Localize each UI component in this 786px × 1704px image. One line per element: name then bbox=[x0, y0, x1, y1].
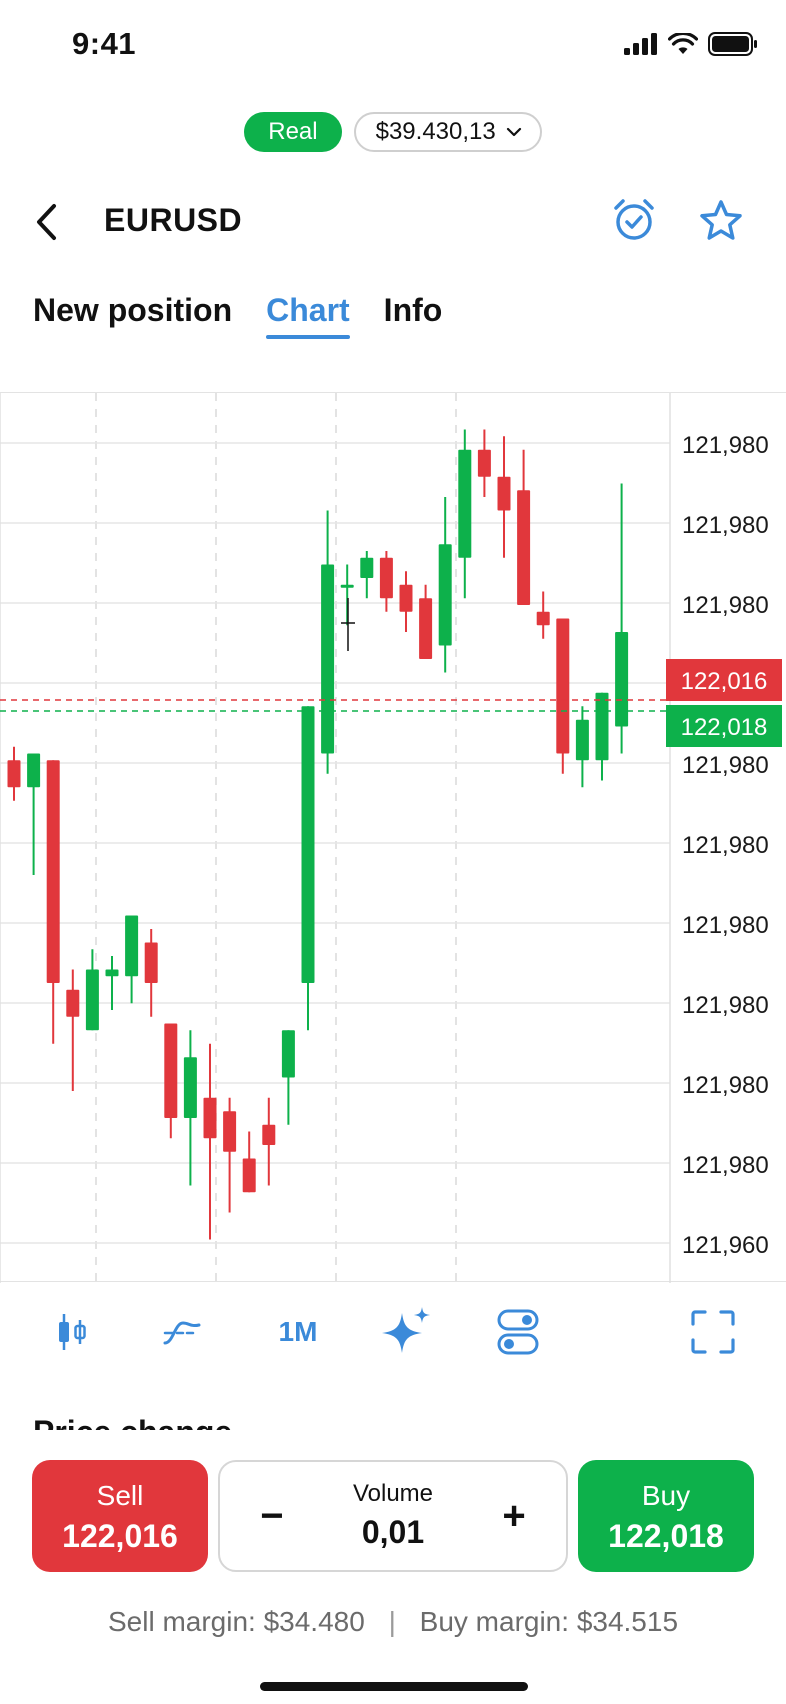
candlestick-chart[interactable]: 121,980 121,980 121,980 121,980 121,980 121,9… bbox=[0, 393, 786, 1283]
candle-body bbox=[360, 557, 374, 578]
timeframe-button[interactable]: 1M bbox=[268, 1302, 328, 1362]
buy-button[interactable]: Buy 122,018 bbox=[578, 1460, 754, 1572]
toggles-icon bbox=[497, 1309, 539, 1355]
candle-body bbox=[301, 706, 315, 983]
fullscreen-button[interactable] bbox=[690, 1302, 736, 1362]
candle-body bbox=[399, 584, 413, 612]
sell-label: Sell bbox=[96, 1480, 144, 1511]
price-alert-button[interactable] bbox=[612, 198, 656, 242]
candle-body bbox=[7, 760, 21, 788]
candle-body bbox=[66, 989, 80, 1017]
sell-margin: Sell margin: $34.480 bbox=[107, 1606, 365, 1637]
sell-price-tag-label: 122,016 bbox=[681, 668, 768, 695]
fullscreen-icon bbox=[691, 1310, 735, 1354]
status-time: 9:41 bbox=[72, 26, 137, 61]
candle-body bbox=[46, 760, 60, 983]
signal-icon bbox=[624, 33, 657, 55]
candle-body bbox=[517, 490, 531, 605]
candle-body bbox=[379, 557, 393, 599]
y-tick-label: 121,980 bbox=[682, 992, 769, 1019]
candle-body bbox=[497, 476, 511, 511]
buy-price: 122,018 bbox=[608, 1518, 724, 1554]
indicator-curve-icon bbox=[163, 1321, 201, 1345]
y-tick-label: 121,980 bbox=[682, 1072, 769, 1099]
tab-chart[interactable]: Chart bbox=[266, 292, 350, 339]
alarm-clock-icon bbox=[614, 199, 654, 240]
chart-settings-button[interactable] bbox=[496, 1302, 540, 1362]
candle-body bbox=[321, 564, 335, 754]
tab-new-position[interactable]: New position bbox=[33, 292, 232, 339]
candle-body bbox=[419, 598, 433, 659]
candle-body bbox=[477, 449, 491, 477]
candle-body bbox=[164, 1023, 178, 1118]
margin-separator: | bbox=[388, 1606, 396, 1637]
candle-body bbox=[575, 719, 589, 761]
candles-icon bbox=[59, 1314, 86, 1350]
ai-assistant-button[interactable] bbox=[380, 1302, 434, 1362]
candle-body bbox=[281, 1030, 295, 1078]
tab-info[interactable]: Info bbox=[384, 292, 443, 339]
star-icon bbox=[700, 200, 742, 240]
candle-body bbox=[144, 942, 158, 983]
trade-panel: Sell 122,016 − Volume 0,01 + Buy 122,018… bbox=[0, 1430, 786, 1704]
chart-toolbar: 1M bbox=[0, 1302, 786, 1362]
balance-value: $39.430,13 bbox=[375, 118, 496, 145]
back-arrow-icon bbox=[37, 204, 56, 240]
candle-body bbox=[595, 692, 609, 761]
sell-price: 122,016 bbox=[62, 1518, 178, 1554]
wifi-icon bbox=[668, 33, 698, 54]
indicators-button[interactable] bbox=[160, 1302, 204, 1362]
y-tick-label: 121,980 bbox=[682, 512, 769, 539]
sell-button[interactable]: Sell 122,016 bbox=[32, 1460, 208, 1572]
candle-body bbox=[183, 1057, 197, 1118]
back-button[interactable] bbox=[28, 200, 64, 244]
y-tick-label: 121,980 bbox=[682, 752, 769, 779]
candle-body bbox=[242, 1158, 256, 1193]
candle-body bbox=[85, 969, 99, 1031]
candle-body bbox=[556, 618, 570, 754]
account-mode-badge[interactable]: Real bbox=[244, 112, 342, 152]
y-tick-label: 121,980 bbox=[682, 1152, 769, 1179]
home-indicator bbox=[260, 1682, 528, 1691]
chart-type-button[interactable] bbox=[50, 1302, 94, 1362]
candle-body bbox=[262, 1124, 276, 1145]
margin-info: Sell margin: $34.480 | Buy margin: $34.5… bbox=[0, 1606, 786, 1638]
balance-dropdown[interactable]: $39.430,13 bbox=[353, 112, 542, 152]
price-change-heading: Price change bbox=[33, 1414, 233, 1432]
candle-body bbox=[125, 915, 139, 977]
y-tick-label: 121,980 bbox=[682, 832, 769, 859]
symbol-title: EURUSD bbox=[104, 202, 243, 238]
volume-increase-button[interactable]: + bbox=[492, 1490, 536, 1542]
candle-body bbox=[203, 1097, 217, 1139]
y-tick-label: 121,960 bbox=[682, 1232, 769, 1259]
candle-body bbox=[105, 969, 119, 977]
candle-body bbox=[438, 544, 452, 646]
candle-body bbox=[27, 753, 41, 788]
candle-body bbox=[615, 632, 629, 727]
volume-stepper: − Volume 0,01 + bbox=[218, 1460, 568, 1572]
candle-body bbox=[223, 1111, 237, 1152]
tab-bar: New position Chart Info bbox=[33, 292, 442, 339]
candle-body bbox=[458, 449, 472, 558]
buy-margin: Buy margin: $34.515 bbox=[419, 1606, 679, 1637]
candle-body bbox=[340, 584, 354, 588]
candle-body bbox=[536, 611, 550, 626]
price-chart[interactable]: 121,980 121,980 121,980 121,980 121,980 121,9… bbox=[0, 392, 786, 1283]
y-tick-label: 121,980 bbox=[682, 592, 769, 619]
buy-price-tag-label: 122,018 bbox=[681, 714, 768, 741]
battery-icon bbox=[708, 32, 757, 56]
favorite-button[interactable] bbox=[698, 198, 744, 244]
y-tick-label: 121,980 bbox=[682, 432, 769, 459]
status-icons bbox=[624, 32, 758, 56]
sparkle-icon bbox=[382, 1307, 430, 1353]
account-row: Real $39.430,13 bbox=[0, 112, 786, 152]
chevron-down-icon bbox=[506, 127, 521, 137]
buy-label: Buy bbox=[641, 1480, 691, 1511]
y-tick-label: 121,980 bbox=[682, 912, 769, 939]
